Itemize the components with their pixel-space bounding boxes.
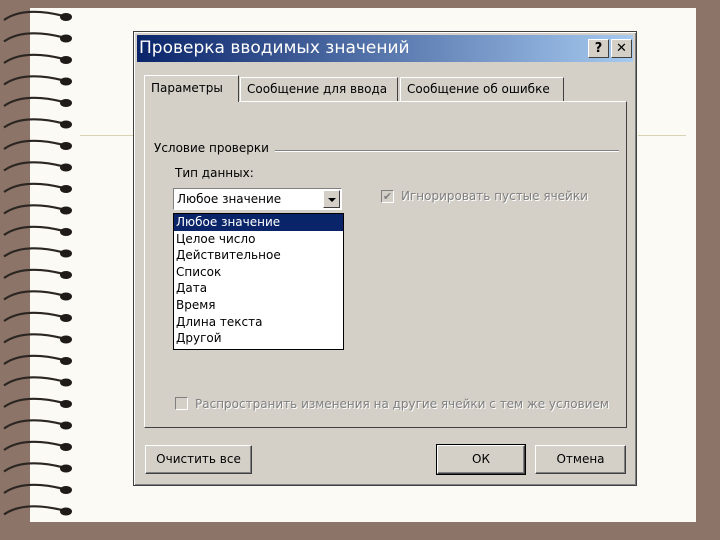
spiral-hole	[60, 56, 72, 64]
spiral-coil	[3, 333, 65, 344]
spiral-hole	[60, 421, 72, 430]
spiral-hole	[60, 486, 72, 494]
list-item[interactable]: Дата	[174, 280, 343, 297]
clear-all-button[interactable]: Очистить все	[145, 445, 252, 474]
spiral-coil	[3, 462, 65, 473]
page-rule-left	[80, 135, 135, 136]
data-type-dropdown-list[interactable]: Любое значение Целое число Действительно…	[173, 213, 344, 350]
apply-all-label: Распространить изменения на другие ячейк…	[195, 397, 609, 411]
spiral-coil	[3, 483, 65, 494]
spiral-coil	[3, 397, 65, 408]
list-item[interactable]: Другой	[174, 330, 343, 347]
spiral-coil	[3, 440, 65, 451]
list-item[interactable]: Список	[174, 264, 343, 281]
spiral-hole	[60, 357, 72, 365]
spiral-coil	[3, 419, 65, 430]
list-item[interactable]: Целое число	[174, 231, 343, 248]
list-item[interactable]: Время	[174, 297, 343, 314]
spiral-hole	[60, 271, 72, 279]
spiral-coil	[3, 225, 65, 236]
spiral-coil	[3, 139, 65, 150]
list-item[interactable]: Длина текста	[174, 314, 343, 331]
list-item[interactable]: Действительное	[174, 247, 343, 264]
spiral-hole	[60, 249, 72, 258]
spiral-hole	[60, 99, 72, 107]
spiral-coil	[3, 32, 65, 43]
spiral-coil	[3, 96, 65, 107]
spiral-coil	[3, 182, 65, 193]
dialog-titlebar[interactable]: Проверка вводимых значений ? ✕	[137, 35, 633, 62]
spiral-hole	[60, 13, 72, 21]
spiral-coil	[3, 376, 65, 387]
spiral-coil	[3, 354, 65, 365]
spiral-coil	[3, 10, 65, 21]
list-item[interactable]: Любое значение	[174, 214, 343, 231]
spiral-coil	[3, 247, 65, 258]
tab-parameters-label: Параметры	[151, 81, 223, 95]
spiral-hole	[60, 34, 72, 43]
tab-error-message[interactable]: Сообщение об ошибке	[400, 77, 564, 101]
ignore-blank-label: Игнорировать пустые ячейки	[401, 189, 588, 203]
tab-input-message-label: Сообщение для ввода	[247, 82, 388, 96]
data-validation-dialog: Проверка вводимых значений ? ✕ Параметры…	[133, 31, 637, 486]
spiral-hole	[60, 206, 72, 215]
spiral-hole	[60, 120, 72, 129]
spiral-coil	[3, 75, 65, 86]
spiral-hole	[60, 378, 72, 387]
spiral-hole	[60, 228, 72, 236]
data-type-select[interactable]: Любое значение	[173, 188, 342, 210]
spiral-hole	[60, 464, 72, 473]
tab-error-message-label: Сообщение об ошибке	[407, 82, 550, 96]
spiral-coil	[3, 290, 65, 301]
cancel-button[interactable]: Отмена	[535, 445, 626, 474]
spiral-hole	[60, 335, 72, 344]
tab-input-message[interactable]: Сообщение для ввода	[240, 77, 398, 101]
spiral-coil	[3, 53, 65, 64]
group-label-validation-criteria: Условие проверки	[154, 141, 275, 155]
data-type-value: Любое значение	[177, 192, 282, 206]
help-button[interactable]: ?	[588, 39, 609, 58]
apply-all-checkbox[interactable]	[175, 397, 188, 410]
spiral-coil	[3, 204, 65, 215]
spiral-hole	[60, 443, 72, 451]
spiral-coil	[3, 268, 65, 279]
chevron-down-icon[interactable]	[323, 190, 340, 208]
spiral-hole	[60, 292, 72, 301]
close-button[interactable]: ✕	[611, 39, 632, 58]
spiral-hole	[60, 507, 72, 516]
spiral-hole	[60, 142, 72, 150]
spiral-hole	[60, 185, 72, 193]
spiral-binding	[3, 10, 72, 516]
dialog-title: Проверка вводимых значений	[139, 38, 410, 58]
ok-button[interactable]: ОК	[436, 444, 526, 475]
spiral-hole	[60, 163, 72, 172]
page-rule-right	[638, 135, 686, 136]
spiral-hole	[60, 314, 72, 322]
spiral-coil	[3, 311, 65, 322]
spiral-coil	[3, 161, 65, 172]
spiral-hole	[60, 400, 72, 408]
spiral-hole	[60, 77, 72, 86]
tab-parameters[interactable]: Параметры	[144, 75, 239, 102]
spiral-coil	[3, 118, 65, 129]
ignore-blank-checkbox[interactable]: ✔	[381, 190, 394, 203]
spiral-coil	[3, 505, 65, 516]
data-type-label: Тип данных:	[175, 166, 254, 180]
